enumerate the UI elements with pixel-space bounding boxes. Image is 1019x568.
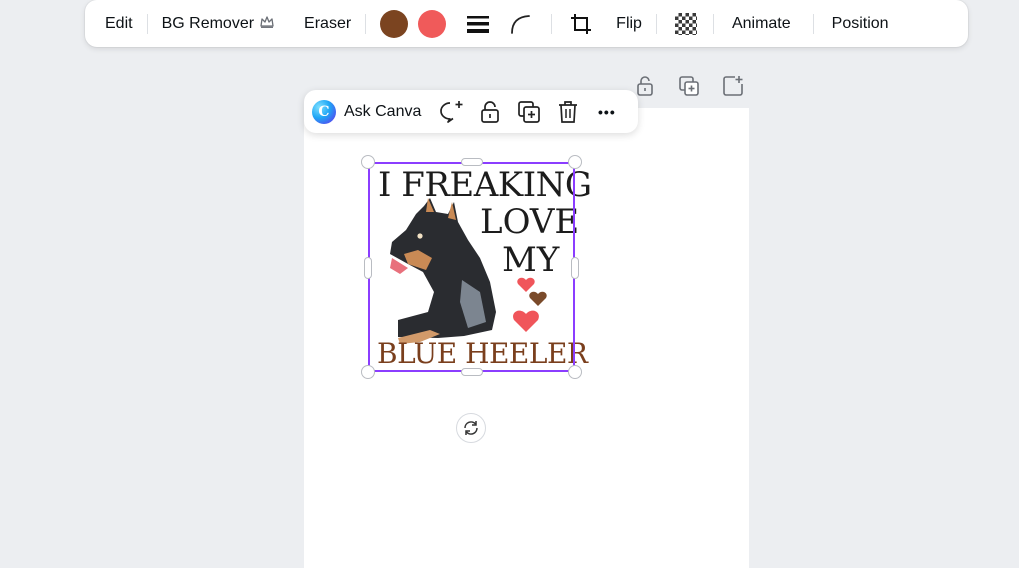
crown-icon [260,16,274,31]
toolbar-divider [146,13,148,34]
rotate-handle[interactable] [456,413,486,443]
animate-label: Animate [731,14,791,32]
transparency-icon[interactable] [669,7,703,41]
toolbar-divider [655,13,657,34]
canva-logo-icon: C [312,99,336,124]
lock-icon[interactable] [470,95,509,129]
edit-label: Edit [105,14,133,32]
flip-button[interactable]: Flip [608,15,650,33]
line-weight-icon[interactable] [461,7,495,41]
resize-handle-bottom-right[interactable] [568,365,582,379]
resize-handle-top-left[interactable] [361,155,375,169]
toolbar-divider [712,13,714,34]
color-swatch-brown[interactable] [380,9,409,38]
image-edit-toolbar: Edit BG Remover Eraser Flip Animate Posi… [85,0,968,47]
trash-icon[interactable] [548,95,587,129]
resize-handle-right[interactable] [571,257,579,279]
resize-handle-top-right[interactable] [568,155,582,169]
page-actions [630,72,748,100]
resize-handle-top[interactable] [461,158,483,166]
rotate-icon [464,421,478,435]
ask-canva-button[interactable]: C Ask Canva [312,99,431,124]
flip-label: Flip [616,14,642,32]
animate-button[interactable]: Animate [724,15,799,33]
more-icon[interactable]: ••• [587,95,626,129]
add-page-icon[interactable] [718,72,748,100]
resize-handle-bottom[interactable] [461,368,483,376]
color-swatch-red[interactable] [418,9,447,38]
eraser-button[interactable]: Eraser [296,15,359,33]
bg-remover-label: BG Remover [161,14,255,32]
corner-rounding-icon[interactable] [503,7,537,41]
element-context-menu: C Ask Canva ••• [304,90,638,133]
toolbar-divider [365,13,367,34]
ask-canva-label: Ask Canva [344,102,422,120]
crop-icon[interactable] [564,7,598,41]
bg-remover-button[interactable]: BG Remover [154,15,282,33]
edit-button[interactable]: Edit [97,15,141,33]
position-button[interactable]: Position [824,15,897,33]
position-label: Position [831,14,889,32]
toolbar-divider [551,13,553,34]
toolbar-divider [812,13,814,34]
resize-handle-left[interactable] [364,257,372,279]
selection-outline [368,162,575,372]
comment-add-icon[interactable] [431,95,470,129]
resize-handle-bottom-left[interactable] [361,365,375,379]
duplicate-icon[interactable] [509,95,548,129]
eraser-label: Eraser [304,14,352,32]
duplicate-icon[interactable] [674,72,704,100]
